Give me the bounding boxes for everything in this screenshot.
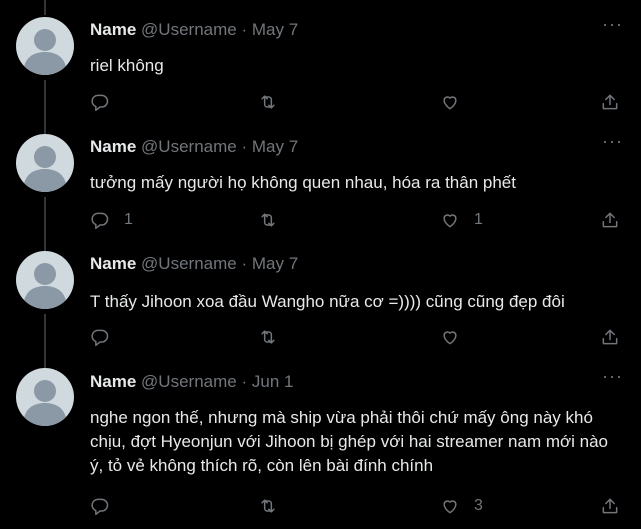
- retweet-button[interactable]: [258, 208, 278, 232]
- share-icon: [602, 94, 618, 110]
- avatar[interactable]: [16, 134, 74, 192]
- tweet-header: Name @Username · May 7: [90, 254, 298, 274]
- tweet-text: nghe ngon thế, nhưng mà ship vừa phải th…: [90, 408, 609, 475]
- separator: ·: [241, 372, 248, 391]
- avatar-placeholder: [23, 263, 67, 309]
- share-button[interactable]: [600, 325, 620, 349]
- retweet-button[interactable]: [258, 325, 278, 349]
- reply-button[interactable]: [90, 90, 124, 114]
- more-icon[interactable]: ···: [602, 14, 623, 35]
- like-button[interactable]: [440, 90, 474, 114]
- avatar-placeholder: [23, 380, 67, 426]
- reply-icon: [91, 498, 109, 516]
- tweet-actions: 1 1: [90, 208, 625, 232]
- tweet[interactable]: Name @Username · May 7 ··· riel không: [0, 14, 641, 124]
- separator: ·: [241, 254, 248, 273]
- tweet-header: Name @Username · Jun 1: [90, 372, 293, 392]
- reply-icon: [91, 94, 109, 112]
- reply-count: 1: [124, 211, 133, 228]
- tweet-actions: [90, 325, 625, 349]
- display-name[interactable]: Name: [90, 372, 136, 391]
- retweet-icon: [261, 95, 275, 109]
- display-name[interactable]: Name: [90, 137, 136, 156]
- handle[interactable]: @Username: [141, 137, 237, 156]
- share-icon: [602, 498, 618, 514]
- timestamp[interactable]: May 7: [252, 254, 298, 273]
- retweet-icon: [261, 213, 275, 227]
- display-name[interactable]: Name: [90, 20, 136, 39]
- like-icon: [443, 500, 457, 514]
- separator: ·: [241, 20, 248, 39]
- share-icon: [602, 329, 618, 345]
- share-button[interactable]: [600, 90, 620, 114]
- timestamp[interactable]: May 7: [252, 137, 298, 156]
- more-icon[interactable]: ···: [602, 366, 623, 387]
- like-icon: [443, 214, 457, 228]
- avatar[interactable]: [16, 368, 74, 426]
- share-icon: [602, 212, 618, 228]
- share-button[interactable]: [600, 208, 620, 232]
- reply-button[interactable]: [90, 494, 124, 518]
- tweet-header: Name @Username · May 7: [90, 137, 298, 157]
- tweet-text: T thấy Jihoon xoa đầu Wangho nữa cơ =)))…: [90, 292, 565, 311]
- like-button[interactable]: 3: [440, 494, 483, 518]
- like-count: 3: [474, 497, 483, 514]
- like-count: 1: [474, 211, 483, 228]
- tweet-text: riel không: [90, 56, 164, 75]
- tweet-header: Name @Username · May 7: [90, 20, 298, 40]
- reply-icon: [91, 329, 109, 347]
- like-button[interactable]: 1: [440, 208, 483, 232]
- retweet-icon: [261, 499, 275, 513]
- display-name[interactable]: Name: [90, 254, 136, 273]
- thread-line: [44, 0, 46, 15]
- avatar-placeholder: [23, 146, 67, 192]
- more-icon[interactable]: ···: [602, 131, 623, 152]
- like-icon: [443, 96, 457, 110]
- like-button[interactable]: [440, 325, 474, 349]
- timestamp[interactable]: May 7: [252, 20, 298, 39]
- tweet[interactable]: Name @Username · May 7 ··· tưởng mấy ngư…: [0, 131, 641, 241]
- tweet-actions: [90, 90, 625, 114]
- reply-button[interactable]: [90, 325, 124, 349]
- avatar[interactable]: [16, 251, 74, 309]
- avatar[interactable]: [16, 17, 74, 75]
- retweet-icon: [261, 330, 275, 344]
- retweet-button[interactable]: [258, 90, 278, 114]
- avatar-placeholder: [23, 29, 67, 75]
- tweet-actions: 3: [90, 494, 625, 518]
- timestamp[interactable]: Jun 1: [252, 372, 294, 391]
- tweet-text: tưởng mấy người họ không quen nhau, hóa …: [90, 173, 516, 192]
- share-button[interactable]: [600, 494, 620, 518]
- reply-button[interactable]: 1: [90, 208, 133, 232]
- tweet[interactable]: Name @Username · Jun 1 ··· nghe ngon thế…: [0, 366, 641, 529]
- reply-icon: [91, 212, 109, 230]
- like-icon: [443, 331, 457, 345]
- retweet-button[interactable]: [258, 494, 278, 518]
- handle[interactable]: @Username: [141, 372, 237, 391]
- tweet[interactable]: Name @Username · May 7 T thấy Jihoon xoa…: [0, 248, 641, 358]
- handle[interactable]: @Username: [141, 254, 237, 273]
- separator: ·: [241, 137, 248, 156]
- handle[interactable]: @Username: [141, 20, 237, 39]
